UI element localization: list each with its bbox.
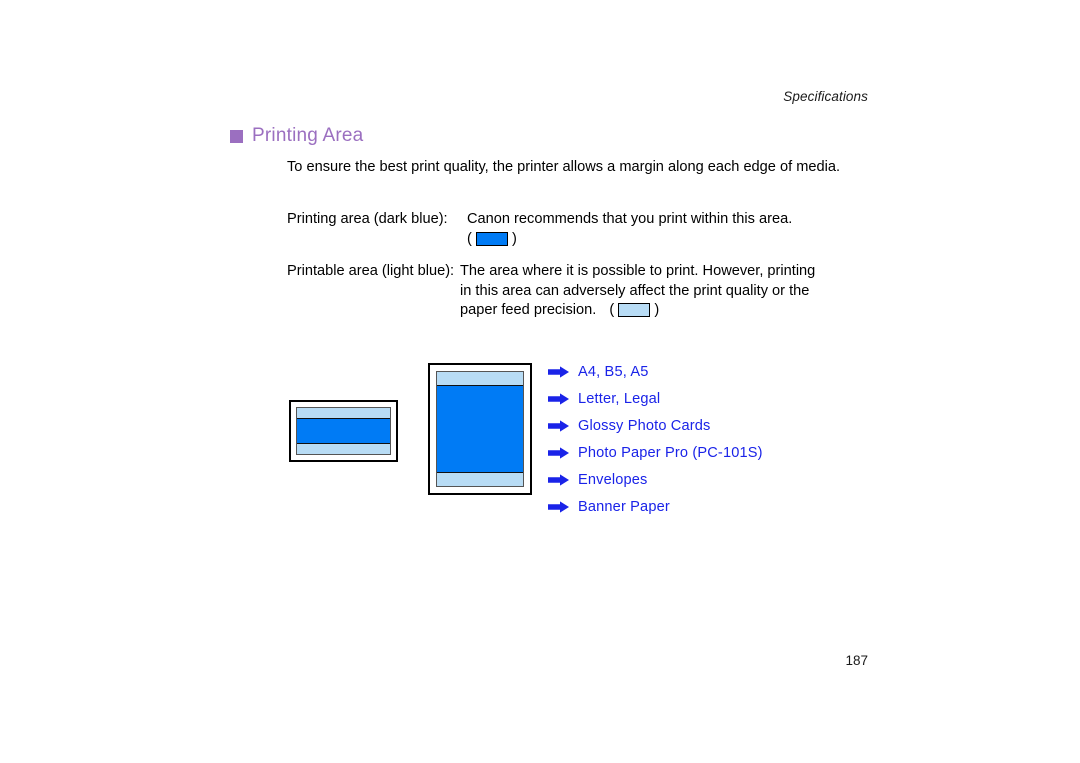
portrait-printable-region <box>436 371 524 487</box>
printing-area-swatch-row: ( ) <box>467 230 792 250</box>
printable-area-description-line1: The area where it is possible to print. … <box>460 263 816 279</box>
printing-area-definition: Printing area (dark blue): Canon recomme… <box>287 210 792 249</box>
landscape-printing-region <box>297 418 390 444</box>
intro-paragraph: To ensure the best print quality, the pr… <box>287 159 840 175</box>
media-type-link-list: A4, B5, A5 Letter, Legal Glossy Photo Card… <box>548 358 763 520</box>
media-type-link[interactable]: Glossy Photo Cards <box>548 412 763 439</box>
printable-area-description-line3: paper feed precision. <box>460 302 597 318</box>
printing-area-label: Printing area (dark blue): <box>287 211 448 227</box>
printing-area-description: Canon recommends that you print within t… <box>467 211 793 227</box>
section-bullet-icon <box>230 129 243 143</box>
arrow-right-icon <box>548 500 569 513</box>
arrow-right-icon <box>548 473 569 486</box>
arrow-right-icon <box>548 392 569 405</box>
running-header: Specifications <box>783 89 868 104</box>
landscape-printable-region <box>296 407 391 455</box>
paren-close: ) <box>512 230 517 247</box>
portrait-paper-diagram <box>428 363 532 495</box>
printable-area-label: Printable area (light blue): <box>287 263 455 279</box>
media-type-link[interactable]: A4, B5, A5 <box>548 358 763 385</box>
media-type-link[interactable]: Letter, Legal <box>548 385 763 412</box>
printable-area-description-line2: in this area can adversely affect the pr… <box>460 282 810 299</box>
landscape-paper-diagram <box>289 400 398 462</box>
media-type-link[interactable]: Photo Paper Pro (PC-101S) <box>548 439 763 466</box>
media-type-link-label: Envelopes <box>578 471 648 488</box>
media-type-link-label: Glossy Photo Cards <box>578 417 711 434</box>
arrow-right-icon <box>548 365 569 378</box>
portrait-printing-region <box>437 385 523 473</box>
media-type-link[interactable]: Envelopes <box>548 466 763 493</box>
media-type-link-label: Banner Paper <box>578 498 670 515</box>
light-blue-swatch <box>618 303 651 318</box>
paren-close: ) <box>654 302 660 318</box>
arrow-right-icon <box>548 446 569 459</box>
arrow-right-icon <box>548 419 569 432</box>
media-type-link[interactable]: Banner Paper <box>548 493 763 520</box>
media-type-link-label: A4, B5, A5 <box>578 363 649 380</box>
printable-area-swatch-row: paper feed precision. ( ) <box>460 301 815 321</box>
paren-open: ( <box>467 230 472 247</box>
page-number: 187 <box>845 653 868 668</box>
media-type-link-label: Letter, Legal <box>578 390 661 407</box>
media-type-link-label: Photo Paper Pro (PC-101S) <box>578 444 763 461</box>
dark-blue-swatch <box>475 231 508 246</box>
page-title-text: Printing Area <box>252 125 364 146</box>
printable-area-definition: Printable area (light blue): The area wh… <box>287 262 815 321</box>
paren-open: ( <box>609 302 615 318</box>
page-title: Printing Area <box>230 125 363 147</box>
